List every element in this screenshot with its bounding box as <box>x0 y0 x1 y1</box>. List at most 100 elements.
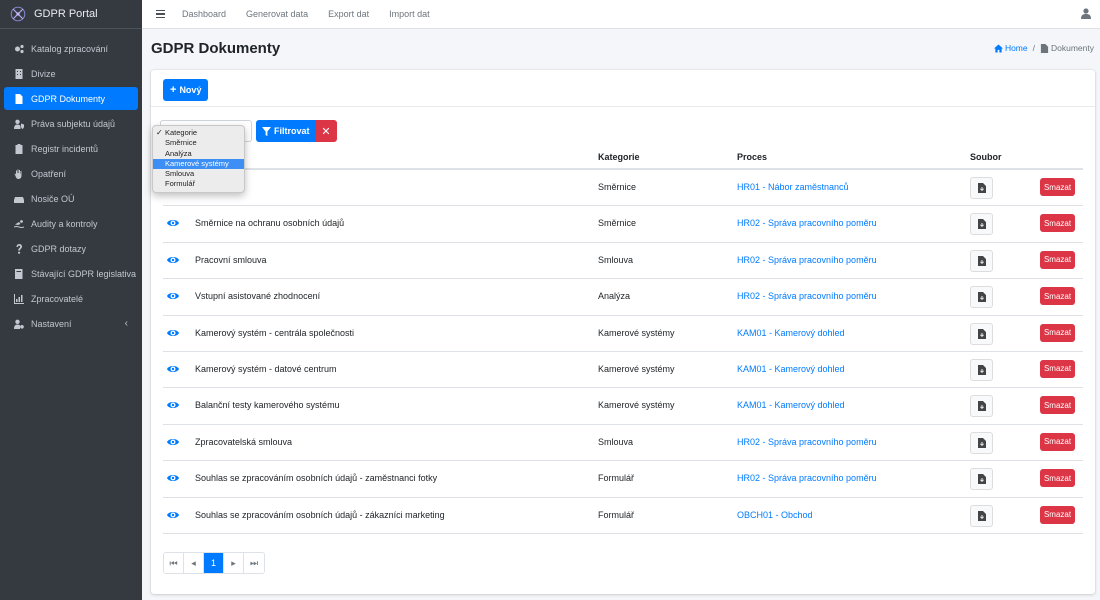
header-process[interactable]: Proces <box>737 152 767 162</box>
view-eye-icon[interactable] <box>167 291 179 301</box>
sidebar-item-0[interactable]: Katalog zpracování <box>4 37 138 60</box>
document-process-link[interactable]: KAM01 - Kamerový dohled <box>737 364 845 374</box>
nav-import-dat[interactable]: Import dat <box>389 9 430 19</box>
dropdown-option[interactable]: Kamerové systémy <box>153 158 244 170</box>
download-file-button[interactable] <box>970 358 993 381</box>
dropdown-option[interactable]: Analýza <box>153 149 244 159</box>
delete-button[interactable]: Smazat <box>1040 359 1075 378</box>
table-row: Balanční testy kamerového systému Kamerov… <box>163 388 1083 425</box>
download-file-button[interactable] <box>970 431 993 454</box>
page-title: GDPR Dokumenty <box>151 40 281 57</box>
dropdown-option[interactable]: Formulář <box>153 179 244 189</box>
view-eye-icon[interactable] <box>167 510 179 520</box>
sidebar-item-7[interactable]: Audity a kontroly <box>4 212 138 235</box>
delete-button[interactable]: Smazat <box>1040 432 1075 451</box>
document-process-link[interactable]: HR02 - Správa pracovního poměru <box>737 255 877 265</box>
document-process-link[interactable]: KAM01 - Kamerový dohled <box>737 400 845 410</box>
download-file-button[interactable] <box>970 468 993 491</box>
document-process-link[interactable]: HR02 - Správa pracovního poměru <box>737 291 877 301</box>
sidebar-item-8[interactable]: GDPR dotazy <box>4 237 138 260</box>
dropdown-option[interactable]: Kategorie <box>153 128 244 139</box>
dropdown-option[interactable]: Smlouva <box>153 169 244 179</box>
document-process-link[interactable]: OBCH01 - Obchod <box>737 510 813 520</box>
sidebar-item-11[interactable]: Nastavení ‹ <box>4 312 138 335</box>
document-name: Pracovní smlouva <box>195 254 267 265</box>
sidebar-item-label: Katalog zpracování <box>31 43 109 54</box>
table-row: Souhlas se zpracováním osobních údajů - … <box>163 498 1083 534</box>
document-process-link[interactable]: HR02 - Správa pracovního poměru <box>737 473 877 483</box>
document-name: Vstupní asistované zhodnocení <box>195 291 321 302</box>
view-eye-icon[interactable] <box>167 400 179 410</box>
sidebar-item-5[interactable]: Opatření <box>4 162 138 185</box>
document-process-link[interactable]: HR02 - Správa pracovního poměru <box>737 218 877 228</box>
sidebar-item-2[interactable]: GDPR Dokumenty <box>4 87 138 110</box>
user-icon[interactable] <box>1081 8 1091 19</box>
new-document-label: Nový <box>179 85 202 95</box>
header-category[interactable]: Kategorie <box>598 152 640 162</box>
breadcrumb-current: Dokumenty <box>1040 43 1094 53</box>
book-icon <box>13 268 25 280</box>
nav-dashboard[interactable]: Dashboard <box>182 9 226 19</box>
view-eye-icon[interactable] <box>167 473 179 483</box>
download-file-button[interactable] <box>970 177 993 199</box>
document-process-link[interactable]: HR01 - Nábor zaměstnanců <box>737 182 849 192</box>
file-download-icon <box>977 292 986 303</box>
page-next-button[interactable]: ▸ <box>224 553 244 573</box>
new-document-button[interactable]: + Nový <box>163 79 209 101</box>
sidebar-item-10[interactable]: Zpracovatelé <box>4 287 138 310</box>
sidebar-item-3[interactable]: Práva subjektu údajů <box>4 112 138 135</box>
sidebar-item-1[interactable]: Divize <box>4 62 138 85</box>
delete-button[interactable]: Smazat <box>1040 178 1075 196</box>
document-name: Souhlas se zpracováním osobních údajů - … <box>195 509 445 520</box>
delete-button[interactable]: Smazat <box>1040 214 1075 233</box>
plus-icon: + <box>170 84 177 96</box>
document-name: Souhlas se zpracováním osobních údajů - … <box>195 473 438 484</box>
clear-filter-button[interactable]: ✕ <box>315 120 337 142</box>
delete-button[interactable]: Smazat <box>1040 469 1075 488</box>
download-file-button[interactable] <box>970 249 993 272</box>
sidebar-item-6[interactable]: Nosiče OÚ <box>4 187 138 210</box>
page-first-button[interactable]: ⏮ <box>164 553 184 573</box>
view-eye-icon[interactable] <box>167 364 179 374</box>
menu-toggle-icon[interactable] <box>156 9 165 19</box>
download-file-button[interactable] <box>970 286 993 309</box>
document-process-link[interactable]: HR02 - Správa pracovního poměru <box>737 437 877 447</box>
download-file-button[interactable] <box>970 322 993 345</box>
breadcrumb-home[interactable]: Home <box>993 43 1028 53</box>
view-eye-icon[interactable] <box>167 328 179 338</box>
brand[interactable]: GDPR Portal <box>0 0 142 29</box>
page-current-button[interactable]: 1 <box>204 553 224 573</box>
sidebar-item-4[interactable]: Registr incidentů <box>4 137 138 160</box>
breadcrumb-home-label: Home <box>1004 43 1028 53</box>
delete-button[interactable]: Smazat <box>1040 287 1075 306</box>
file-icon <box>1040 43 1049 53</box>
drive-icon <box>13 193 25 205</box>
building-icon <box>13 68 25 80</box>
page-last-button[interactable]: ⏭ <box>244 553 264 573</box>
card-header: + Nový <box>151 70 1095 107</box>
sidebar: GDPR Portal Katalog zpracování Divize GDPR… <box>0 0 142 600</box>
download-file-button[interactable] <box>970 504 993 527</box>
delete-button[interactable]: Smazat <box>1040 250 1075 269</box>
filter-button[interactable]: Filtrovat <box>256 120 316 142</box>
file-download-icon <box>977 474 986 485</box>
nav-generovat-data[interactable]: Generovat data <box>246 9 308 19</box>
download-file-button[interactable] <box>970 395 993 418</box>
view-eye-icon[interactable] <box>167 218 179 228</box>
document-category: Formulář <box>598 509 635 520</box>
document-process-link[interactable]: KAM01 - Kamerový dohled <box>737 328 845 338</box>
delete-button[interactable]: Smazat <box>1040 396 1075 415</box>
nav-export-dat[interactable]: Export dat <box>328 9 369 19</box>
document-name: Kamerový systém - centrála společnosti <box>195 327 355 338</box>
sidebar-item-9[interactable]: Stávající GDPR legislativa <box>4 262 138 285</box>
user-shield-icon <box>13 118 25 130</box>
page-prev-button[interactable]: ◂ <box>184 553 204 573</box>
view-eye-icon[interactable] <box>167 437 179 447</box>
sidebar-item-label: Nosiče OÚ <box>31 193 75 204</box>
download-file-button[interactable] <box>970 213 993 236</box>
dropdown-option[interactable]: Směrnice <box>153 138 244 148</box>
delete-button[interactable]: Smazat <box>1040 323 1075 342</box>
view-eye-icon[interactable] <box>167 255 179 265</box>
document-name: Zpracovatelská smlouva <box>195 436 293 447</box>
delete-button[interactable]: Smazat <box>1040 505 1075 524</box>
